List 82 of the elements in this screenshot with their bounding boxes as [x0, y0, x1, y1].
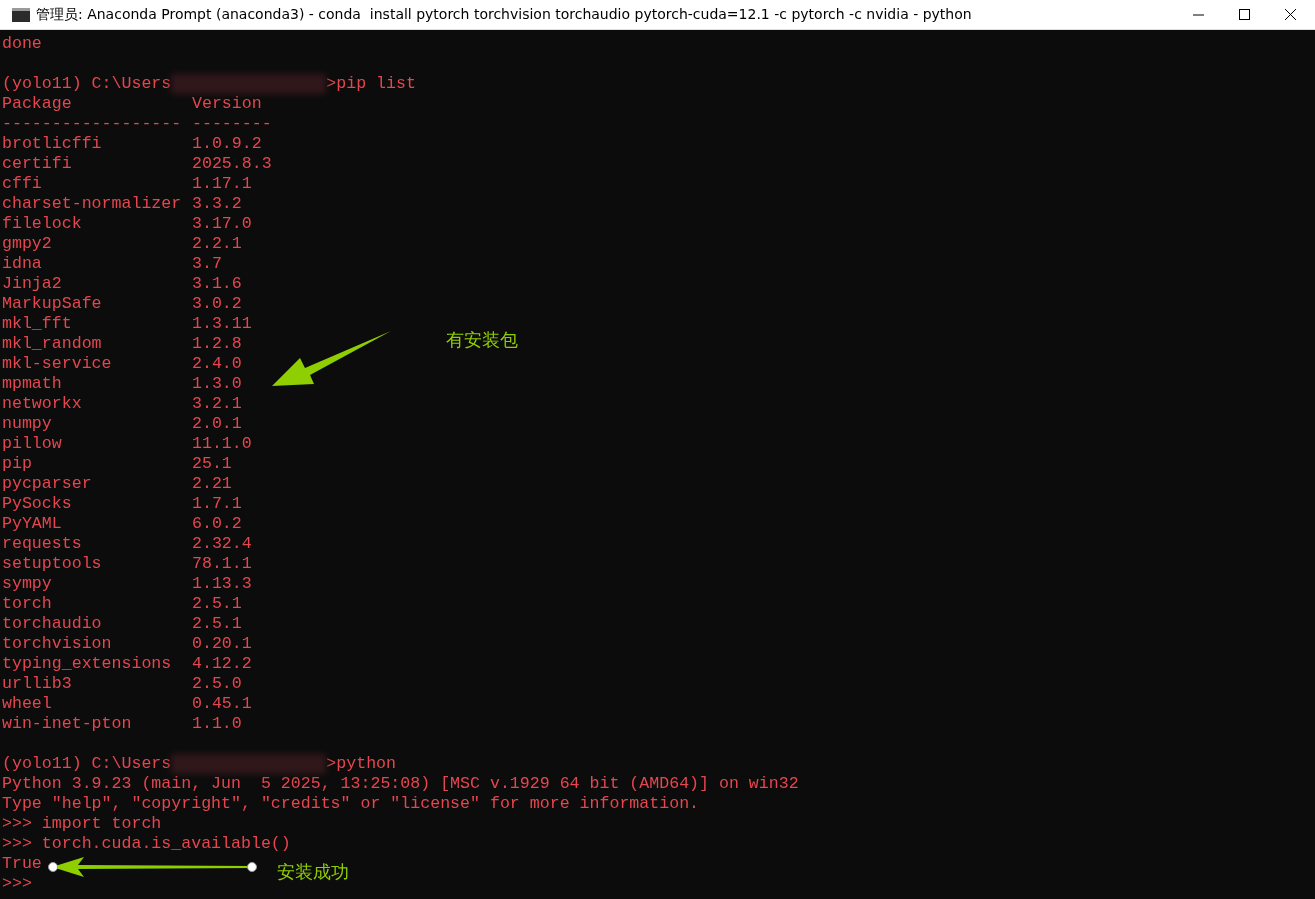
terminal-line: Type "help", "copyright", "credits" or "license" for more information.: [2, 794, 700, 813]
package-version: 2.2.1: [192, 234, 242, 254]
terminal-command: >pip list: [326, 74, 416, 94]
package-name: torch: [2, 594, 53, 614]
package-name: urllib3: [2, 674, 73, 694]
terminal-line: >>> import torch: [2, 814, 162, 833]
package-name: networkx: [2, 394, 83, 414]
package-version: 3.1.6: [192, 274, 242, 294]
package-version: Version: [192, 94, 262, 114]
package-version: 3.7: [192, 254, 222, 274]
package-name: win-inet-pton: [2, 714, 133, 734]
package-version: 2.0.1: [192, 414, 242, 434]
package-name: setuptools: [2, 554, 103, 574]
terminal-line: >>>: [2, 874, 32, 893]
package-version: 1.13.3: [192, 574, 252, 594]
terminal-line: Python 3.9.23 (main, Jun 5 2025, 13:25:08) [MSC v.1929 64 bit (AMD64)] on win32: [2, 774, 799, 793]
package-name: mkl_random: [2, 334, 103, 354]
prompt-path: (yolo11) C:\Users: [2, 754, 172, 774]
terminal-command: >python: [326, 754, 396, 774]
package-name: Package: [2, 94, 73, 114]
package-version: 1.1.0: [192, 714, 242, 734]
package-version: 3.2.1: [192, 394, 242, 414]
package-version: 78.1.1: [192, 554, 252, 574]
package-name: Jinja2: [2, 274, 63, 294]
package-version: 1.2.8: [192, 334, 242, 354]
package-name: sympy: [2, 574, 53, 594]
package-name: mpmath: [2, 374, 63, 394]
close-icon: [1284, 9, 1296, 20]
maximize-icon: [1238, 9, 1250, 20]
package-name: mkl_fft: [2, 314, 73, 334]
arrow-icon: [46, 855, 260, 879]
package-version: 0.20.1: [192, 634, 252, 654]
package-name: brotlicffi: [2, 134, 103, 154]
terminal-icon: [12, 7, 30, 22]
package-name: torchvision: [2, 634, 113, 654]
window-title: 管理员: Anaconda Prompt (anaconda3) - conda install pytorch torchvision torchaudio pytorch-cuda=12.1 -c pytorch -c nvidia - python: [36, 5, 973, 24]
package-version: 3.3.2: [192, 194, 242, 214]
package-name: pip: [2, 454, 33, 474]
package-name: PyYAML: [2, 514, 63, 534]
terminal-line: True: [2, 854, 42, 873]
package-version: 2.21: [192, 474, 232, 494]
package-version: 2.5.1: [192, 594, 242, 614]
package-version: 4.12.2: [192, 654, 252, 674]
package-name: ------------------: [2, 114, 183, 134]
package-version: 25.1: [192, 454, 232, 474]
terminal-line: done: [2, 34, 42, 53]
prompt-path: (yolo11) C:\Users: [2, 74, 172, 94]
package-version: 2025.8.3: [192, 154, 272, 174]
package-version: 1.3.0: [192, 374, 242, 394]
package-version: 1.7.1: [192, 494, 242, 514]
package-version: 2.32.4: [192, 534, 252, 554]
package-version: 1.17.1: [192, 174, 252, 194]
package-version: 1.3.11: [192, 314, 252, 334]
package-version: 2.5.1: [192, 614, 242, 634]
annotation-label: 安装成功: [277, 860, 349, 884]
package-name: numpy: [2, 414, 53, 434]
package-name: gmpy2: [2, 234, 53, 254]
package-name: certifi: [2, 154, 73, 174]
package-version: 3.17.0: [192, 214, 252, 234]
package-name: idna: [2, 254, 43, 274]
package-name: requests: [2, 534, 83, 554]
package-version: --------: [192, 114, 272, 134]
package-name: PySocks: [2, 494, 73, 514]
package-version: 3.0.2: [192, 294, 242, 314]
package-name: pillow: [2, 434, 63, 454]
package-version: 11.1.0: [192, 434, 252, 454]
annotation-label: 有安装包: [446, 328, 518, 352]
package-name: filelock: [2, 214, 83, 234]
package-name: cffi: [2, 174, 43, 194]
package-name: charset-normalizer: [2, 194, 183, 214]
package-version: 0.45.1: [192, 694, 252, 714]
package-name: wheel: [2, 694, 53, 714]
package-name: torchaudio: [2, 614, 103, 634]
package-version: 2.4.0: [192, 354, 242, 374]
package-name: pycparser: [2, 474, 93, 494]
package-name: typing_extensions: [2, 654, 173, 674]
terminal-line: >>> torch.cuda.is_available(): [2, 834, 291, 853]
package-version: 6.0.2: [192, 514, 242, 534]
package-version: 1.0.9.2: [192, 134, 262, 154]
package-name: MarkupSafe: [2, 294, 103, 314]
package-name: mkl-service: [2, 354, 113, 374]
package-version: 2.5.0: [192, 674, 242, 694]
